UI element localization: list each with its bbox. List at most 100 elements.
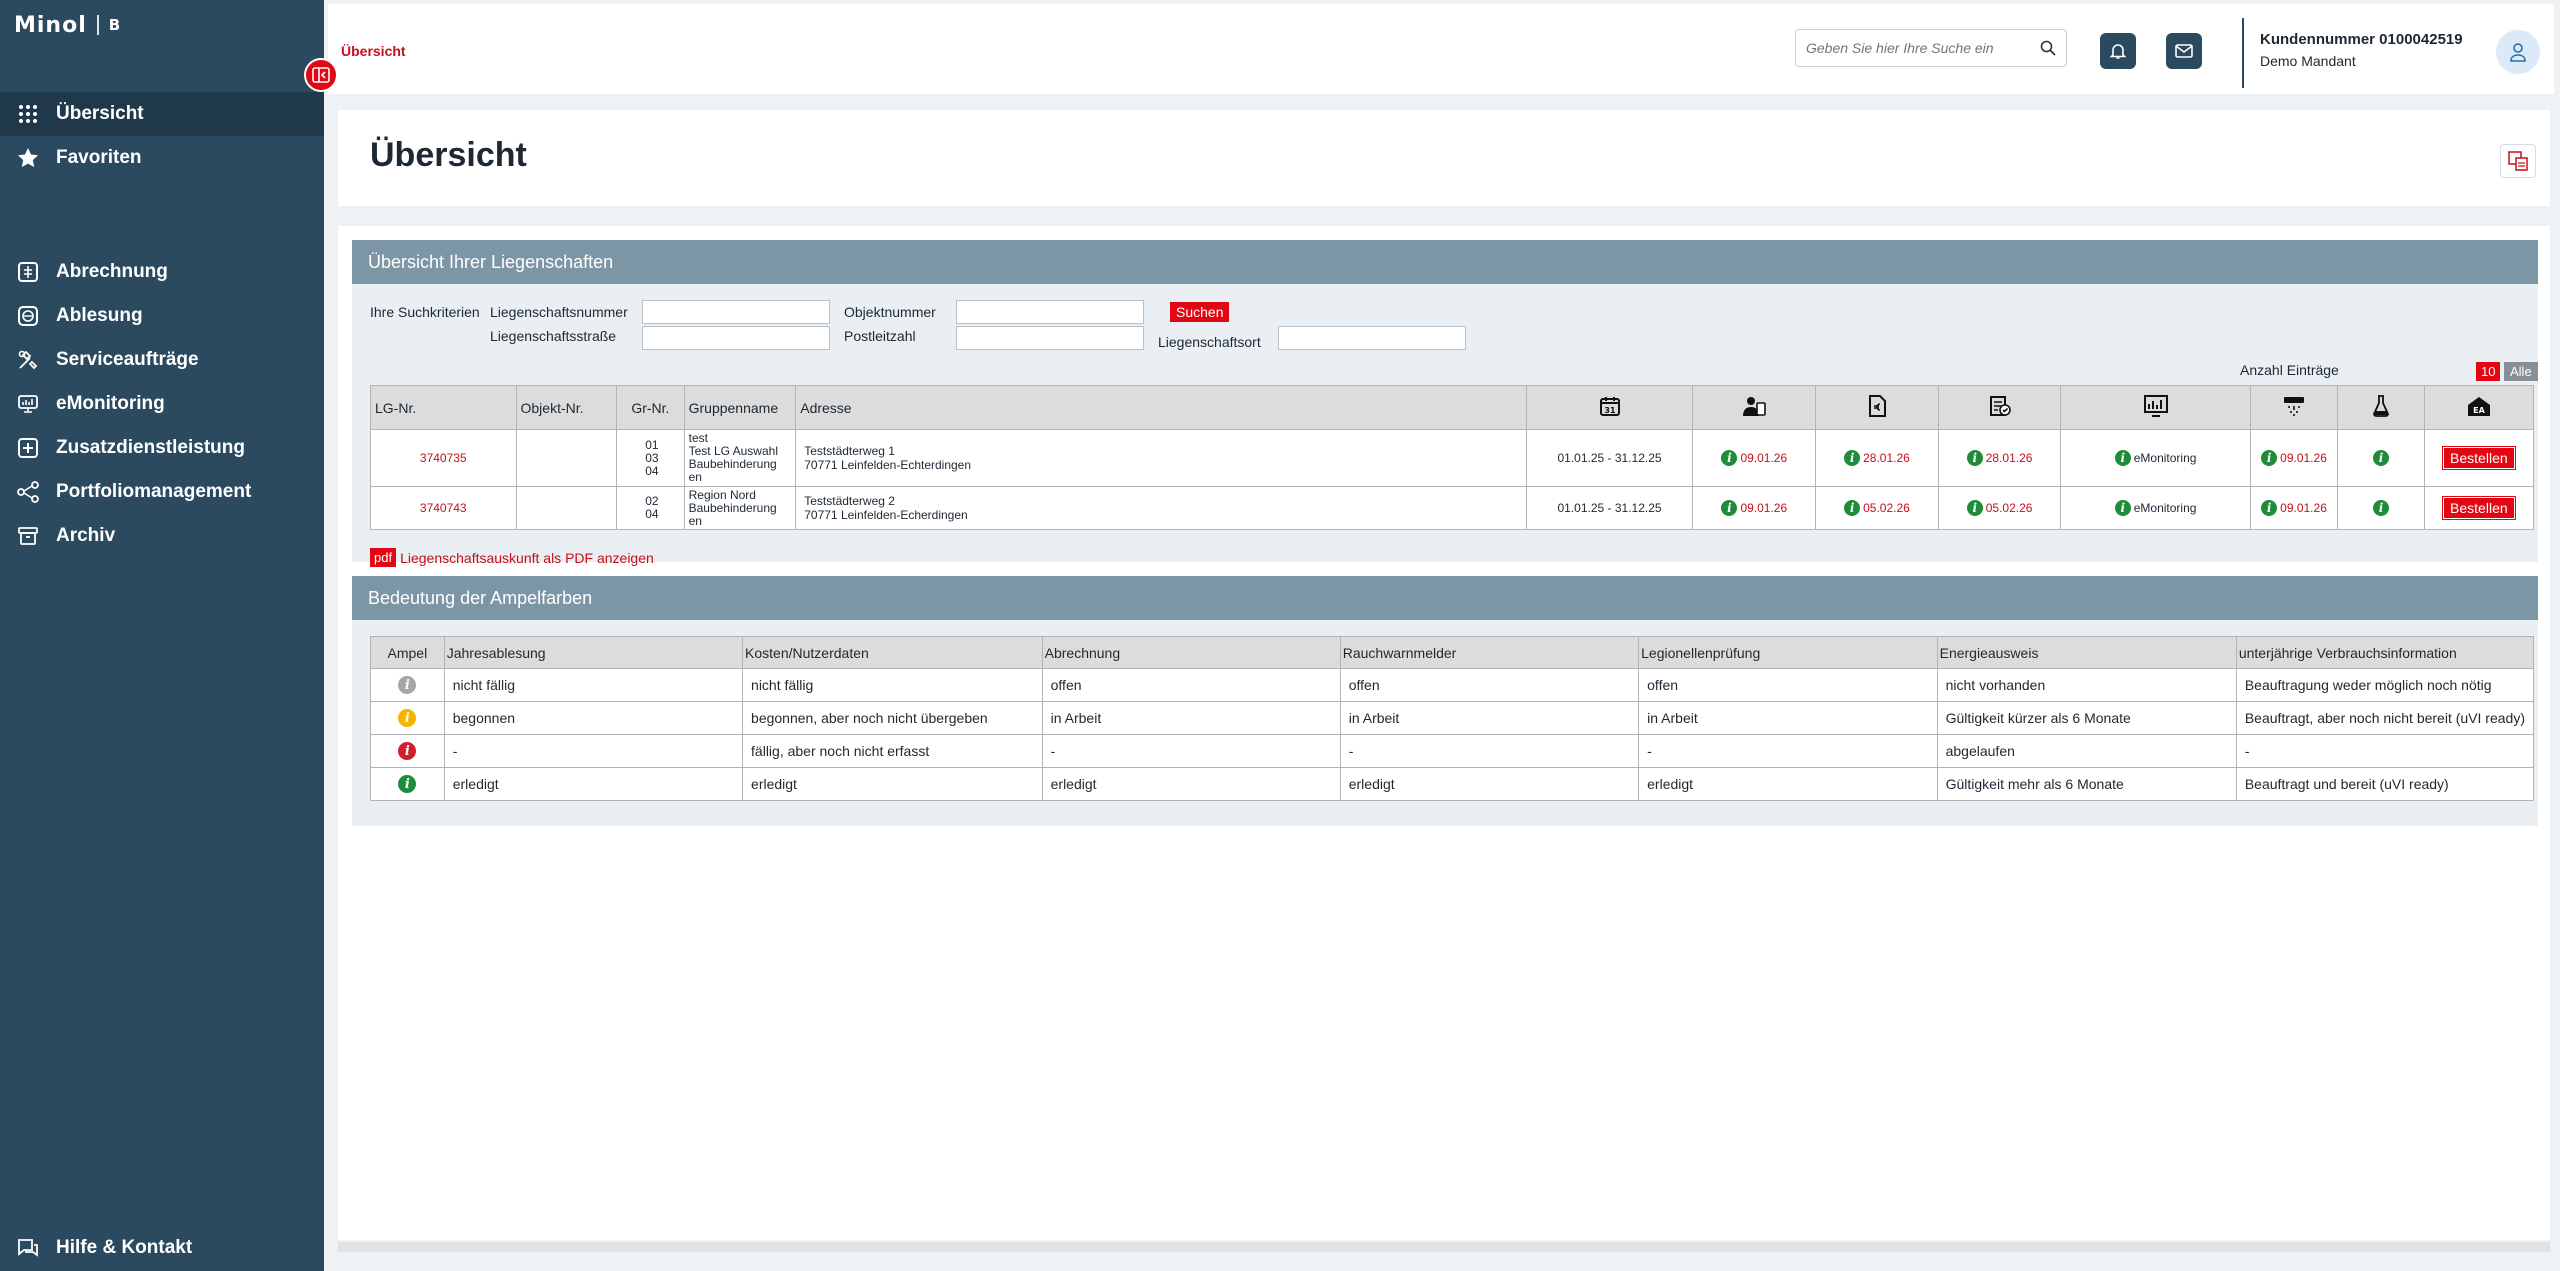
col-energy-certificate[interactable]: EA [2423,385,2535,430]
info-icon: i [2261,450,2278,466]
legend-table: Ampel Jahresablesung Kosten/Nutzerdaten … [370,636,2535,801]
nav-item-portfoliomanagement[interactable]: Portfoliomanagement [0,470,324,514]
nav-item-archiv[interactable]: Archiv [0,514,324,558]
billing-status[interactable]: i 28.01.26 [1937,429,2062,487]
order-button[interactable]: Bestellen [2442,446,2516,470]
entries-10-button[interactable]: 10 [2476,362,2501,381]
energy-certificate-label: EA [2473,406,2485,415]
zip-input[interactable] [956,326,1144,350]
search-button[interactable]: Suchen [1170,302,1230,322]
help-chat-icon [18,1239,38,1257]
messages-button[interactable] [2166,33,2202,69]
objekt-nr-input[interactable] [956,300,1144,324]
nav-label: Übersicht [56,103,144,124]
reading-status[interactable]: i 09.01.26 [1692,486,1817,530]
report-button[interactable] [2500,144,2536,178]
pdf-export-link[interactable]: pdf Liegenschaftsauskunft als PDF anzeig… [370,548,654,567]
city-input[interactable] [1278,326,1466,350]
emonitoring-label: eMonitoring [2133,501,2197,515]
legend-cell: nicht vorhanden [1936,668,2237,702]
col-lg-nr[interactable]: LG-Nr. [370,385,517,430]
emonitoring-status[interactable]: i eMonitoring [2060,486,2251,530]
table-row[interactable]: 3740743 02 04 Region Nord Baubehinderung… [370,486,2535,530]
order-button[interactable]: Bestellen [2442,496,2516,520]
col-reading[interactable] [1692,385,1817,430]
nav-item-hilfe-kontakt[interactable]: Hilfe & Kontakt [0,1226,324,1270]
lg-nr-input[interactable] [642,300,830,324]
energy-certificate-icon: EA [2467,397,2490,416]
status-date: 09.01.26 [2280,501,2327,515]
info-icon: i [1844,500,1861,516]
nav-item-emonitoring[interactable]: eMonitoring [0,382,324,426]
nav-item-favoriten[interactable]: Favoriten [0,136,324,180]
legend-cell: Gültigkeit mehr als 6 Monate [1936,767,2237,801]
col-smoke-detector[interactable] [2249,385,2339,430]
col-period[interactable]: 31 [1525,385,1694,430]
mail-icon [2175,44,2193,58]
smoke-detector-status[interactable]: i 09.01.26 [2249,429,2339,487]
legionella-status[interactable]: i [2337,486,2425,530]
billing-check-icon [1989,396,2011,416]
bell-icon [2109,44,2127,59]
bill-icon [18,262,38,282]
report-icon [2508,151,2528,171]
search-icon[interactable] [2040,40,2056,56]
legend-cell: Beauftragung weder möglich noch nötig [2235,668,2535,702]
objekt-nr-label: Objektnummer [844,304,936,320]
notifications-button[interactable] [2100,33,2136,69]
nav-item-zusatzdienstleistung[interactable]: Zusatzdienstleistung [0,426,324,470]
emonitoring-label: eMonitoring [2133,451,2197,465]
minol-logo[interactable]: Minol B [14,12,121,38]
costs-status[interactable]: i 28.01.26 [1815,429,1939,487]
col-gruppenname[interactable]: Gruppenname [683,385,797,430]
lg-nr-link[interactable]: 3740743 [370,486,517,530]
nav-label: Hilfe & Kontakt [56,1237,193,1258]
horizontal-scrollbar[interactable] [338,1242,2550,1252]
grid-icon [19,105,37,123]
search-criteria-label: Ihre Suchkriterien [370,304,480,320]
pdf-export-text: Liegenschaftsauskunft als PDF anzeigen [400,549,654,566]
nav-item-ablesung[interactable]: Ablesung [0,294,324,338]
col-gr-nr[interactable]: Gr-Nr. [616,385,685,430]
user-avatar[interactable] [2496,30,2540,74]
legend-col: Ampel [370,636,445,669]
customer-number: Kundennummer 0100042519 [2260,31,2463,48]
emonitoring-status[interactable]: i eMonitoring [2060,429,2251,487]
nav-item-abrechnung[interactable]: Abrechnung [0,250,324,294]
objekt-nr-cell [515,429,618,487]
tools-icon [18,350,38,370]
col-legionella[interactable] [2337,385,2425,430]
street-input[interactable] [642,326,830,350]
red-status-icon: i [398,742,417,761]
col-billing[interactable] [1937,385,2062,430]
nav-item-serviceauftraege[interactable]: Serviceaufträge [0,338,324,382]
breadcrumb[interactable]: Übersicht [341,43,406,59]
col-objekt-nr[interactable]: Objekt-Nr. [515,385,618,430]
table-row[interactable]: 3740735 01 03 04 test Test LG Auswahl Ba… [370,429,2535,487]
content-area: Übersicht Ihrer Liegenschaften Ihre Such… [338,226,2550,1240]
costs-status[interactable]: i 05.02.26 [1815,486,1939,530]
reading-status[interactable]: i 09.01.26 [1692,429,1817,487]
grey-status-icon: i [398,676,417,695]
sidebar-collapse-button[interactable] [304,58,338,92]
legend-cell: erledigt [1041,767,1341,801]
nav-label: Serviceaufträge [56,349,199,370]
smoke-detector-status[interactable]: i 09.01.26 [2249,486,2339,530]
entries-all-button[interactable]: Alle [2504,362,2538,381]
logo-text: Minol [14,12,87,38]
emonitoring-icon [2143,395,2168,417]
legend-panel-title: Bedeutung der Ampelfarben [352,576,2538,620]
legend-cell: erledigt [1339,767,1640,801]
nav-item-uebersicht[interactable]: Übersicht [0,92,324,136]
plus-box-icon [18,438,38,458]
search-input[interactable] [1806,40,2040,56]
col-costs[interactable] [1815,385,1939,430]
col-emonitoring[interactable] [2060,385,2251,430]
lg-nr-label: Liegenschaftsnummer [490,304,628,320]
yellow-status-icon: i [398,709,417,728]
billing-status[interactable]: i 05.02.26 [1937,486,2062,530]
legionella-status[interactable]: i [2337,429,2425,487]
lg-nr-link[interactable]: 3740735 [370,429,517,487]
col-adresse[interactable]: Adresse [795,385,1527,430]
meter-icon [18,306,38,326]
